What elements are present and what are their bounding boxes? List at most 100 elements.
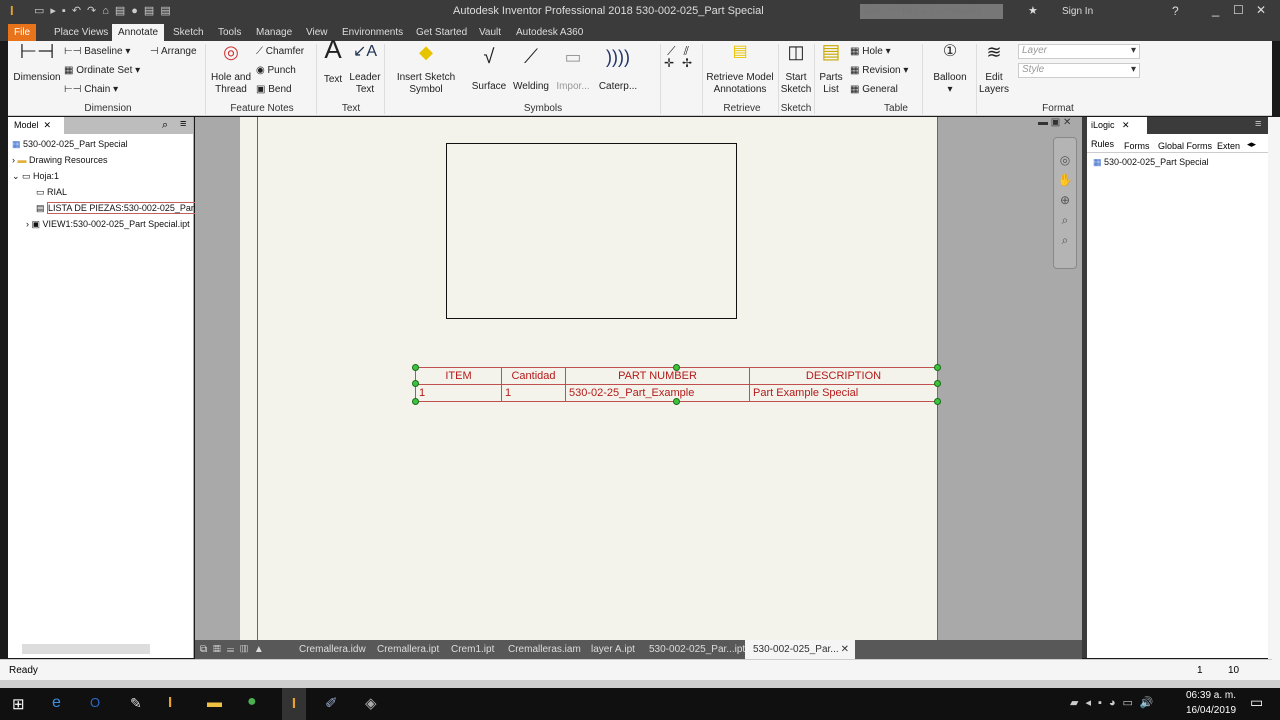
grip-handle[interactable] bbox=[934, 364, 941, 371]
chrome-icon[interactable]: ● bbox=[247, 693, 257, 711]
close-tab-icon[interactable]: ✕ bbox=[841, 640, 849, 659]
favorites-star-icon[interactable]: ★ bbox=[1028, 4, 1038, 17]
tree-root[interactable]: ▦ 530-002-025_Part Special bbox=[12, 139, 128, 150]
text-button[interactable]: A Text bbox=[320, 36, 346, 86]
tab-vault[interactable]: Vault bbox=[473, 24, 507, 41]
pan-icon[interactable]: ✋ bbox=[1054, 170, 1076, 190]
doc-tab[interactable]: Cremallera.idw bbox=[299, 640, 366, 659]
tab-place-views[interactable]: Place Views bbox=[48, 24, 114, 41]
menu-icon[interactable]: ≡ bbox=[180, 118, 186, 130]
retrieve-model-annotations-button[interactable]: ▤ Retrieve Model Annotations bbox=[706, 44, 774, 96]
chamfer-button[interactable]: ⟋ Chamfer bbox=[256, 46, 304, 58]
doc-tab[interactable]: Cremallera.ipt bbox=[377, 640, 439, 659]
notifications-icon[interactable]: ▭ bbox=[1250, 694, 1263, 711]
tree-view1[interactable]: › ▣ VIEW1:530-002-025_Part Special.ipt bbox=[26, 219, 190, 230]
balloon-button[interactable]: ① Balloon ▾ bbox=[928, 44, 972, 96]
doc-tab[interactable]: Crem1.ipt bbox=[451, 640, 494, 659]
revision-table-button[interactable]: ▦ Revision ▾ bbox=[850, 65, 908, 77]
tab-model[interactable]: Model ✕ bbox=[8, 117, 64, 134]
search-input[interactable] bbox=[860, 4, 1003, 19]
drawing-canvas[interactable]: ITEM Cantidad PART NUMBER DESCRIPTION 1 … bbox=[195, 117, 1082, 640]
welding-button[interactable]: ⟋ Welding bbox=[511, 47, 551, 93]
close-button[interactable]: ✕ bbox=[1256, 3, 1266, 17]
minimize-button[interactable]: _ bbox=[1212, 2, 1219, 17]
horizontal-scrollbar[interactable] bbox=[22, 644, 150, 654]
tab-environments[interactable]: Environments bbox=[336, 24, 409, 41]
paint-icon[interactable]: ✐ bbox=[325, 694, 338, 712]
hole-table-button[interactable]: ▦ Hole ▾ bbox=[850, 46, 891, 58]
style-dropdown[interactable]: Style ▾ bbox=[1018, 63, 1140, 78]
hole-thread-button[interactable]: ◎ Hole and Thread bbox=[208, 43, 254, 96]
parts-list-button[interactable]: ▤ Parts List bbox=[816, 42, 846, 96]
import-button[interactable]: ▭ Impor... bbox=[554, 48, 592, 93]
punch-button[interactable]: ◉ Punch bbox=[256, 65, 296, 77]
grip-handle[interactable] bbox=[412, 398, 419, 405]
maximize-button[interactable]: ☐ bbox=[1233, 3, 1244, 17]
tree-sheet[interactable]: ⌄ ▭ Hoja:1 bbox=[12, 171, 59, 182]
steering-wheel-icon[interactable]: ◎ bbox=[1054, 150, 1076, 170]
system-tray-icons[interactable]: ▰◂▪◕▭🔊 bbox=[1070, 696, 1161, 709]
tree-border[interactable]: ▭ RIAL bbox=[36, 187, 67, 198]
file-explorer-icon[interactable]: ▬ bbox=[207, 694, 222, 711]
ilogic-rule-item[interactable]: ▦ 530-002-025_Part Special bbox=[1093, 157, 1209, 168]
sign-in-button[interactable]: Sign In bbox=[1062, 6, 1093, 17]
doc-tab[interactable]: layer A.ipt bbox=[591, 640, 635, 659]
arrange-button[interactable]: ⊣ Arrange bbox=[150, 46, 197, 58]
grip-handle[interactable] bbox=[673, 398, 680, 405]
tab-manage[interactable]: Manage bbox=[250, 24, 298, 41]
dimension-button[interactable]: ⊢⊣ Dimension bbox=[12, 42, 62, 84]
tab-sketch[interactable]: Sketch bbox=[167, 24, 210, 41]
ilogic-tab[interactable]: iLogic ✕ bbox=[1087, 117, 1147, 134]
tree-parts-list[interactable]: ▤ LISTA DE PIEZAS:530-002-025_Part bbox=[36, 202, 198, 214]
drawing-view[interactable] bbox=[446, 143, 737, 319]
ordinate-set-button[interactable]: ▦ Ordinate Set ▾ bbox=[64, 65, 140, 77]
tab-autodesk-a360[interactable]: Autodesk A360 bbox=[510, 24, 589, 41]
tab-forms[interactable]: Forms bbox=[1124, 141, 1150, 151]
bend-button[interactable]: ▣ Bend bbox=[256, 84, 292, 96]
start-sketch-button[interactable]: ◫ Start Sketch bbox=[780, 43, 812, 96]
app-icon[interactable]: ◈ bbox=[365, 694, 377, 712]
tab-get-started[interactable]: Get Started bbox=[410, 24, 473, 41]
layer-dropdown[interactable]: Layer ▾ bbox=[1018, 44, 1140, 59]
menu-icon[interactable]: ≡ bbox=[1255, 118, 1261, 130]
window-arrange-icons[interactable]: ⧉▦☰▥▲ bbox=[200, 640, 270, 659]
quick-access-toolbar[interactable]: ▭▸▪↶↷⌂▤●▤▤ bbox=[34, 4, 177, 17]
edge-icon[interactable]: e bbox=[52, 694, 61, 712]
help-icon[interactable]: ? bbox=[1172, 4, 1179, 18]
sketch-constraint-icons[interactable]: ⟋⫽ ✛✢ bbox=[664, 45, 700, 69]
general-table-button[interactable]: ▦ General bbox=[850, 84, 898, 96]
zoom-all-icon[interactable]: ⌕ bbox=[1054, 210, 1076, 230]
parts-list-table[interactable]: ITEM Cantidad PART NUMBER DESCRIPTION 1 … bbox=[415, 367, 938, 402]
tab-global-forms[interactable]: Global Forms bbox=[1158, 141, 1212, 151]
zoom-window-icon[interactable]: ⌕ bbox=[1054, 230, 1076, 250]
grip-handle[interactable] bbox=[934, 398, 941, 405]
edit-layers-button[interactable]: ≋ Edit Layers bbox=[978, 43, 1010, 96]
insert-sketch-symbol-button[interactable]: ◆ Insert Sketch Symbol bbox=[390, 43, 462, 96]
doc-tab[interactable]: 530-002-025_Par...ipt bbox=[649, 640, 745, 659]
navigation-bar[interactable]: ◎ ✋ ⊕ ⌕ ⌕ bbox=[1053, 137, 1077, 269]
view-window-controls[interactable]: ▬ ▣ ✕ bbox=[1038, 117, 1071, 128]
tab-tools[interactable]: Tools bbox=[212, 24, 247, 41]
surface-button[interactable]: √ Surface bbox=[470, 47, 508, 93]
grip-handle[interactable] bbox=[934, 380, 941, 387]
windows-start-icon[interactable]: ⊞ bbox=[12, 695, 25, 713]
tab-rules[interactable]: Rules bbox=[1091, 139, 1114, 149]
inventor-taskbar-icon[interactable]: I bbox=[168, 694, 172, 711]
search-icon[interactable]: ⌕ bbox=[162, 119, 168, 132]
chain-button[interactable]: ⊢⊣ Chain ▾ bbox=[64, 84, 118, 96]
inventor-active-icon[interactable]: I bbox=[282, 688, 306, 720]
grip-handle[interactable] bbox=[412, 380, 419, 387]
tab-file[interactable]: File bbox=[8, 24, 37, 41]
notepad-icon[interactable]: ✎ bbox=[130, 695, 142, 712]
grip-handle[interactable] bbox=[673, 364, 680, 371]
clock-date[interactable]: 16/04/2019 bbox=[1186, 705, 1236, 716]
tree-drawing-resources[interactable]: › ▬ Drawing Resources bbox=[12, 155, 108, 165]
clock-time[interactable]: 06:39 a. m. bbox=[1186, 690, 1236, 701]
tab-annotate[interactable]: Annotate bbox=[112, 24, 165, 41]
doc-tab[interactable]: Cremalleras.iam bbox=[508, 640, 581, 659]
tab-scroll-arrows[interactable]: ◂▸ bbox=[1247, 139, 1256, 150]
outlook-icon[interactable]: O bbox=[90, 695, 100, 710]
doc-tab-active[interactable]: 530-002-025_Par... ✕ bbox=[745, 640, 855, 659]
leader-text-button[interactable]: ↙A Leader Text bbox=[348, 44, 382, 96]
zoom-icon[interactable]: ⊕ bbox=[1054, 190, 1076, 210]
